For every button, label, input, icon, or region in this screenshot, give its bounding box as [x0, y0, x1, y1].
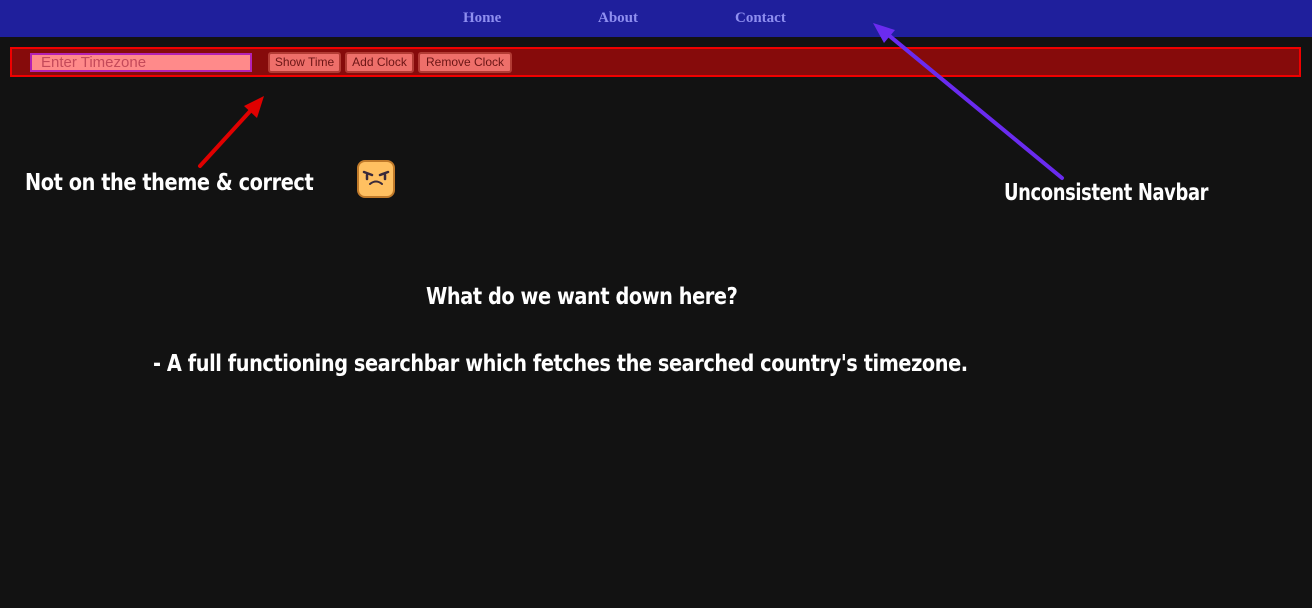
remove-clock-button[interactable]: Remove Clock: [418, 52, 512, 73]
page: Home About Contact Show Time Add Clock R…: [0, 0, 1312, 608]
theme-note: Not on the theme & correct: [25, 170, 314, 196]
clock-toolbar: Show Time Add Clock Remove Clock: [10, 47, 1301, 77]
timezone-input[interactable]: [30, 53, 252, 72]
nav-link-contact[interactable]: Contact: [735, 10, 786, 27]
annoyed-face-icon: [357, 160, 395, 198]
navbar-note: Unconsistent Navbar: [1004, 180, 1209, 206]
add-clock-button[interactable]: Add Clock: [345, 52, 414, 73]
feature-request-text: - A full functioning searchbar which fet…: [153, 351, 968, 377]
navbar: Home About Contact: [0, 0, 1312, 37]
nav-link-home[interactable]: Home: [463, 10, 501, 27]
question-heading: What do we want down here?: [426, 284, 738, 310]
show-time-button[interactable]: Show Time: [268, 52, 341, 73]
red-arrow-icon: [198, 96, 264, 168]
nav-link-about[interactable]: About: [598, 10, 638, 27]
